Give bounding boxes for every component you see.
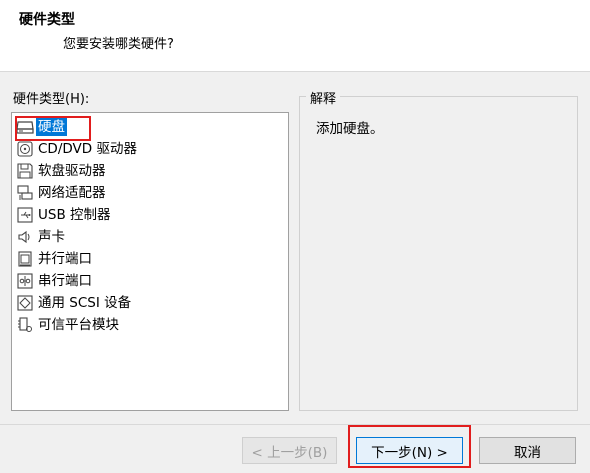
list-item-scsi-device[interactable]: 通用 SCSI 设备 bbox=[16, 293, 133, 313]
hard-disk-icon bbox=[16, 118, 34, 136]
cancel-button[interactable]: 取消 bbox=[479, 437, 576, 464]
usb-icon bbox=[16, 206, 34, 224]
list-item-sound-card[interactable]: 声卡 bbox=[16, 227, 67, 247]
hardware-list-label: 硬件类型(H): bbox=[13, 92, 90, 107]
page-title: 硬件类型 bbox=[19, 12, 75, 28]
scsi-device-icon bbox=[16, 294, 34, 312]
list-item-label: CD/DVD 驱动器 bbox=[38, 141, 137, 157]
page-subtitle: 您要安装哪类硬件? bbox=[63, 37, 174, 52]
cd-dvd-icon bbox=[16, 140, 34, 158]
network-adapter-icon bbox=[16, 184, 34, 202]
list-item-hard-disk[interactable]: 硬盘 bbox=[16, 117, 67, 137]
list-item-floppy[interactable]: 软盘驱动器 bbox=[16, 161, 108, 181]
parallel-port-icon bbox=[16, 250, 34, 268]
list-item-cd-dvd[interactable]: CD/DVD 驱动器 bbox=[16, 139, 139, 159]
list-item-label: 串行端口 bbox=[38, 273, 92, 289]
list-item-parallel-port[interactable]: 并行端口 bbox=[16, 249, 94, 269]
list-item-serial-port[interactable]: 串行端口 bbox=[16, 271, 94, 291]
tpm-icon bbox=[16, 316, 34, 334]
list-item-tpm[interactable]: 可信平台模块 bbox=[16, 315, 121, 335]
wizard-header: 硬件类型 您要安装哪类硬件? bbox=[0, 0, 590, 72]
list-item-label: 可信平台模块 bbox=[38, 317, 119, 333]
list-item-network-adapter[interactable]: 网络适配器 bbox=[16, 183, 108, 203]
list-item-label: USB 控制器 bbox=[38, 207, 111, 223]
hardware-type-list[interactable]: 硬盘 CD/DVD 驱动器 软盘驱动器 网络适配器 USB 控制器 声卡 并行端… bbox=[11, 112, 289, 411]
list-item-usb-controller[interactable]: USB 控制器 bbox=[16, 205, 113, 225]
sound-card-icon bbox=[16, 228, 34, 246]
description-group bbox=[299, 96, 578, 411]
list-item-label: 硬盘 bbox=[36, 118, 67, 136]
back-button[interactable]: < 上一步(B) bbox=[242, 437, 337, 464]
list-item-label: 通用 SCSI 设备 bbox=[38, 295, 132, 311]
footer-divider bbox=[0, 424, 590, 425]
list-item-label: 并行端口 bbox=[38, 251, 92, 267]
serial-port-icon bbox=[16, 272, 34, 290]
list-item-label: 网络适配器 bbox=[38, 185, 106, 201]
floppy-icon bbox=[16, 162, 34, 180]
list-item-label: 软盘驱动器 bbox=[38, 163, 106, 179]
description-legend: 解释 bbox=[306, 88, 341, 107]
list-item-label: 声卡 bbox=[38, 229, 65, 245]
description-text: 添加硬盘。 bbox=[316, 121, 384, 137]
next-button[interactable]: 下一步(N) > bbox=[356, 437, 463, 464]
